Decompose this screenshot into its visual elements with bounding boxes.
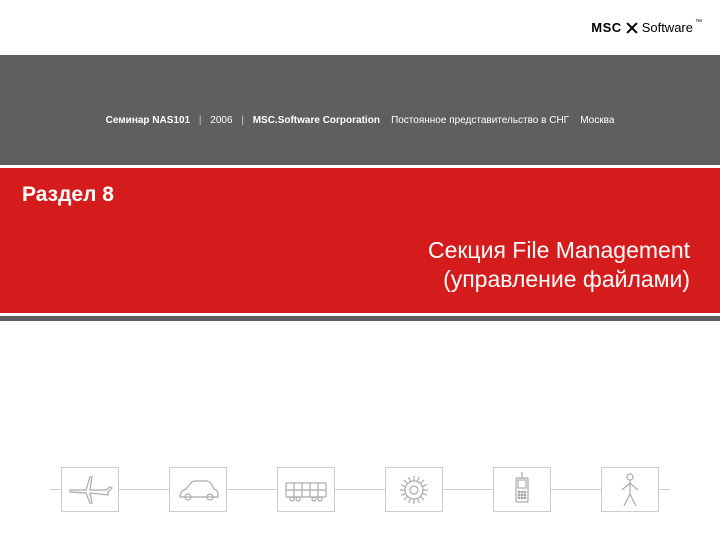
industry-icons-row <box>0 467 720 512</box>
gear-icon <box>385 467 443 512</box>
section-title-line2: (управление файлами) <box>428 265 690 294</box>
msc-software-logo: MSC Software ™ <box>591 20 702 35</box>
logo-x-icon <box>625 21 639 35</box>
logo-text-software: Software <box>642 20 693 35</box>
section-label: Раздел 8 <box>22 183 114 207</box>
title-red-block: Раздел 8 Секция File Management (управле… <box>0 168 720 313</box>
section-title-line1: Секция File Management <box>428 236 690 265</box>
logo-text-msc: MSC <box>591 20 621 35</box>
trademark-icon: ™ <box>695 19 702 26</box>
meta-city: Москва <box>580 115 614 126</box>
phone-icon <box>493 467 551 512</box>
meta-rep: Постоянное представительство в СНГ <box>391 115 569 126</box>
slide-meta-line: Семинар NAS101 | 2006 | MSC.Software Cor… <box>0 115 720 126</box>
gray-accent-line <box>0 316 720 321</box>
person-icon <box>601 467 659 512</box>
meta-seminar: Семинар NAS101 <box>106 115 190 126</box>
logo-bar: MSC Software ™ <box>0 0 720 55</box>
section-title: Секция File Management (управление файла… <box>428 236 690 294</box>
meta-year: 2006 <box>210 115 232 126</box>
meta-company: MSC.Software Corporation <box>253 115 380 126</box>
car-icon <box>169 467 227 512</box>
airplane-icon <box>61 467 119 512</box>
bus-icon <box>277 467 335 512</box>
